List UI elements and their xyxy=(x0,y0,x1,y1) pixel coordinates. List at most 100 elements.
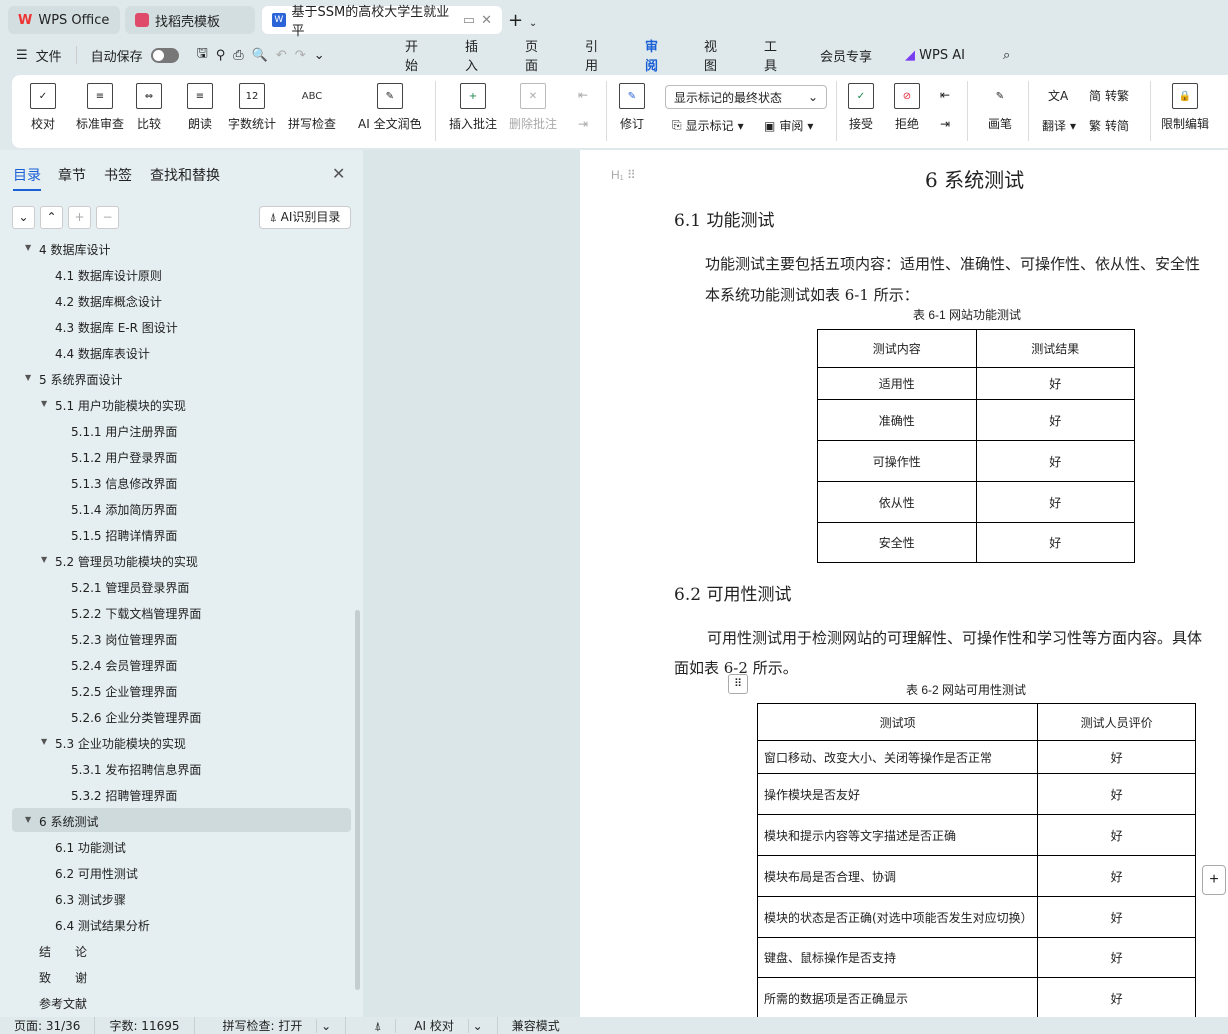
spell-check-status[interactable]: 拼写检查: 打开 ⌄ xyxy=(195,1016,347,1034)
autosave-toggle[interactable] xyxy=(150,47,179,63)
toc-item[interactable]: 4.2 数据库概念设计 xyxy=(12,288,351,312)
menu-page[interactable]: 页面 xyxy=(525,36,538,74)
word-count[interactable]: 字数: 11695 xyxy=(95,1016,195,1034)
tab-templates[interactable]: 找稻壳模板 xyxy=(125,6,255,34)
more-icon[interactable]: ⌄ xyxy=(314,48,325,63)
collapse-up-button[interactable]: ⌃ xyxy=(40,206,63,229)
toc-item[interactable]: 6.4 测试结果分析 xyxy=(12,912,351,936)
close-sidebar-icon[interactable]: ✕ xyxy=(332,164,345,183)
table-cell[interactable]: 好 xyxy=(975,367,1135,400)
menu-review[interactable]: 审阅 xyxy=(645,36,659,78)
table-cell[interactable]: 测试人员评价 xyxy=(1037,703,1196,741)
table-cell[interactable]: 所需的数据项是否正确显示 xyxy=(756,977,1039,1019)
insert-comment-button[interactable]: + 插入批注 xyxy=(449,83,497,132)
toc-item[interactable]: 5.1.3 信息修改界面 xyxy=(12,470,351,494)
table-cell[interactable]: 好 xyxy=(1037,855,1196,897)
table-cell[interactable]: 测试项 xyxy=(756,703,1039,741)
toc-item[interactable]: 5.2.3 岗位管理界面 xyxy=(12,626,351,650)
remove-level-button[interactable]: − xyxy=(96,206,119,229)
table-cell[interactable]: 好 xyxy=(1037,977,1196,1019)
toc-item[interactable]: ▼ 5.1 用户功能模块的实现 xyxy=(12,392,351,416)
table-cell[interactable]: 模块的状态是否正确(对选中项能否发生对应切换） xyxy=(756,896,1039,938)
toc-item[interactable]: 5.1.4 添加简历界面 xyxy=(12,496,351,520)
table-cell[interactable]: 好 xyxy=(1037,740,1196,774)
sidebar-tab-find-replace[interactable]: 查找和替换 xyxy=(150,165,220,185)
table-cell[interactable]: 好 xyxy=(975,481,1135,523)
table-cell[interactable]: 好 xyxy=(975,440,1135,482)
menu-wps-ai[interactable]: ◢ WPS AI xyxy=(905,48,965,63)
menu-references[interactable]: 引用 xyxy=(585,36,598,74)
prev-comment-icon[interactable]: ⇤ xyxy=(578,88,588,102)
search-icon[interactable]: ⌕ xyxy=(1003,48,1010,63)
toc-item[interactable]: 5.2.5 企业管理界面 xyxy=(12,678,351,702)
expand-toggle-icon[interactable]: ▼ xyxy=(25,815,31,824)
menu-start[interactable]: 开始 xyxy=(405,36,418,74)
toc-item[interactable]: 结 论 xyxy=(12,938,351,962)
file-menu[interactable]: 文件 xyxy=(36,46,62,65)
toc-item[interactable]: ▼ 5.2 管理员功能模块的实现 xyxy=(12,548,351,572)
table-cell[interactable]: 可操作性 xyxy=(817,440,977,482)
monitor-icon[interactable]: ▭ xyxy=(463,13,475,28)
expand-toggle-icon[interactable]: ▼ xyxy=(41,399,47,408)
ai-proofread-status[interactable]: ⍋ AI 校对 ⌄ xyxy=(346,1016,498,1034)
expand-toggle-icon[interactable]: ▼ xyxy=(25,373,31,382)
toc-item[interactable]: 5.3.2 招聘管理界面 xyxy=(12,782,351,806)
prev-change-icon[interactable]: ⇤ xyxy=(940,88,950,102)
ai-toc-button[interactable]: ⍋ AI识别目录 xyxy=(259,206,351,229)
heading-handle-icon[interactable]: H₁ ⠿ xyxy=(611,168,636,182)
print-preview-icon[interactable]: 🔍 xyxy=(252,48,268,63)
sidebar-scrollbar[interactable] xyxy=(355,610,360,990)
table-cell[interactable]: 适用性 xyxy=(817,367,977,400)
restrict-editing-button[interactable]: 🔒 限制编辑 xyxy=(1161,83,1209,132)
ai-polish-button[interactable]: ✎ AI 全文润色 xyxy=(358,83,422,132)
translate-button[interactable]: 翻译 ▾ xyxy=(1042,117,1076,134)
toc-item[interactable]: 致 谢 xyxy=(12,964,351,988)
table-cell[interactable]: 测试内容 xyxy=(817,329,977,368)
next-comment-icon[interactable]: ⇥ xyxy=(578,117,588,131)
reject-button[interactable]: ⊘ 拒绝 xyxy=(894,83,920,132)
menu-tools[interactable]: 工具 xyxy=(764,36,777,74)
compare-button[interactable]: ⇔ 比较 xyxy=(136,83,162,132)
add-level-button[interactable]: + xyxy=(68,206,91,229)
share-icon[interactable]: ⚲ xyxy=(216,48,226,63)
toc-item[interactable]: ▼ 4 数据库设计 xyxy=(12,238,351,260)
toc-item[interactable]: 5.1.1 用户注册界面 xyxy=(12,418,351,442)
sidebar-tab-toc[interactable]: 目录 xyxy=(13,165,41,191)
word-count-button[interactable]: 12 字数统计 xyxy=(228,83,276,132)
print-icon[interactable]: ⎙ xyxy=(233,48,243,63)
table-drag-handle-icon[interactable]: ⠿ xyxy=(728,674,748,694)
menu-view[interactable]: 视图 xyxy=(704,36,717,74)
proofread-button[interactable]: ✓ 校对 xyxy=(30,83,56,132)
toc-item[interactable]: 4.1 数据库设计原则 xyxy=(12,262,351,286)
table-cell[interactable]: 操作模块是否友好 xyxy=(756,773,1039,815)
expand-toggle-icon[interactable]: ▼ xyxy=(25,243,31,252)
table-cell[interactable]: 好 xyxy=(1037,773,1196,815)
spell-check-button[interactable]: ABC 拼写检查 xyxy=(288,83,336,132)
sidebar-tab-bookmarks[interactable]: 书签 xyxy=(104,165,132,185)
undo-icon[interactable]: ↶ xyxy=(276,48,287,63)
toc-item[interactable]: ▼ 6 系统测试 xyxy=(12,808,351,832)
page-indicator[interactable]: 页面: 31/36 xyxy=(0,1016,96,1034)
table-cell[interactable]: 测试结果 xyxy=(975,329,1135,368)
hamburger-icon[interactable]: ☰ xyxy=(16,48,28,63)
table-cell[interactable]: 模块和提示内容等文字描述是否正确 xyxy=(756,814,1039,856)
next-change-icon[interactable]: ⇥ xyxy=(940,117,950,131)
toc-item[interactable]: 5.2.4 会员管理界面 xyxy=(12,652,351,676)
table-cell[interactable]: 依从性 xyxy=(817,481,977,523)
pen-button[interactable]: ✎ 画笔 xyxy=(987,83,1013,132)
toc-item[interactable]: 5.3.1 发布招聘信息界面 xyxy=(12,756,351,780)
toc-item[interactable]: 6.2 可用性测试 xyxy=(12,860,351,884)
expand-down-button[interactable]: ⌄ xyxy=(12,206,35,229)
sidebar-tab-sections[interactable]: 章节 xyxy=(58,165,86,185)
table-cell[interactable]: 安全性 xyxy=(817,522,977,563)
track-changes-button[interactable]: ✎ 修订 xyxy=(619,83,645,132)
table-cell[interactable]: 好 xyxy=(1037,814,1196,856)
redo-icon[interactable]: ↷ xyxy=(295,48,306,63)
table-cell[interactable]: 准确性 xyxy=(817,399,977,441)
delete-comment-button[interactable]: ✕ 删除批注 xyxy=(509,83,557,132)
read-aloud-button[interactable]: ≡ 朗读 xyxy=(187,83,213,132)
to-simplified-button[interactable]: 繁转简 xyxy=(1089,117,1129,134)
expand-toggle-icon[interactable]: ▼ xyxy=(41,737,47,746)
toc-item[interactable]: 6.3 测试步骤 xyxy=(12,886,351,910)
save-icon[interactable]: 🖫 xyxy=(197,44,208,66)
